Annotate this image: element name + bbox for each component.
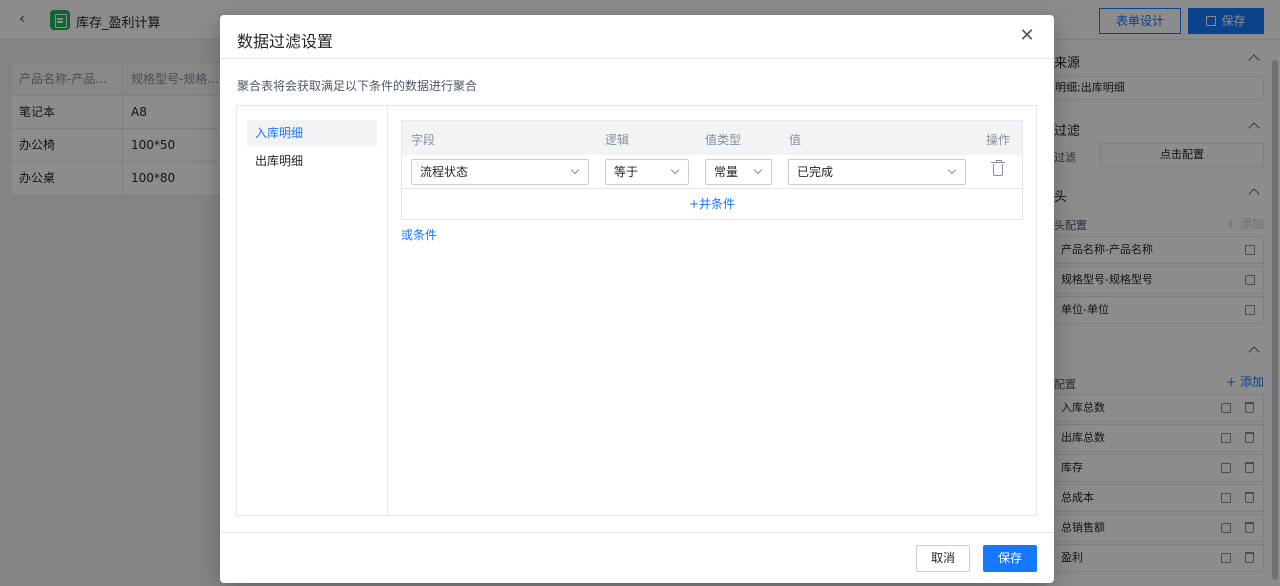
action-column-header: 操作 [986, 133, 1011, 147]
value-type-select[interactable]: 常量 [705, 159, 772, 185]
dialog-header-divider [220, 58, 1054, 59]
dialog-description: 聚合表将会获取满足以下条件的数据进行聚合 [237, 79, 478, 93]
tab-inbound-detail[interactable]: 入库明细 [247, 120, 377, 146]
tab-outbound-detail[interactable]: 出库明细 [247, 148, 377, 174]
logic-column-header: 逻辑 [605, 133, 630, 147]
value-type-column-header: 值类型 [705, 133, 742, 147]
data-filter-dialog: 数据过滤设置 ✕ 聚合表将会获取满足以下条件的数据进行聚合 入库明细 出库明细 … [220, 15, 1054, 583]
chevron-down-icon [570, 165, 580, 175]
cancel-button[interactable]: 取消 [916, 545, 970, 572]
add-or-condition-button[interactable]: 或条件 [401, 226, 437, 243]
condition-group: 字段 逻辑 值类型 值 操作 流程状态 等于 常量 已完成 +并条件 [401, 120, 1023, 220]
close-icon[interactable]: ✕ [1016, 25, 1038, 47]
dialog-body: 入库明细 出库明细 字段 逻辑 值类型 值 操作 流程状态 等于 常量 已完成 … [236, 105, 1037, 516]
field-column-header: 字段 [411, 133, 436, 147]
value-column-header: 值 [789, 133, 802, 147]
delete-icon[interactable] [991, 160, 1005, 176]
chevron-down-icon [670, 165, 680, 175]
add-and-condition-button[interactable]: +并条件 [402, 189, 1022, 219]
value-select[interactable]: 已完成 [788, 159, 966, 185]
dialog-footer-divider [220, 532, 1054, 533]
save-button[interactable]: 保存 [983, 545, 1037, 572]
source-table-list: 入库明细 出库明细 [237, 106, 388, 515]
logic-select[interactable]: 等于 [605, 159, 689, 185]
chevron-down-icon [947, 165, 957, 175]
field-select[interactable]: 流程状态 [411, 159, 589, 185]
dialog-title: 数据过滤设置 [237, 32, 334, 51]
condition-header-row: 字段 逻辑 值类型 值 操作 [402, 121, 1022, 155]
chevron-down-icon [753, 165, 763, 175]
